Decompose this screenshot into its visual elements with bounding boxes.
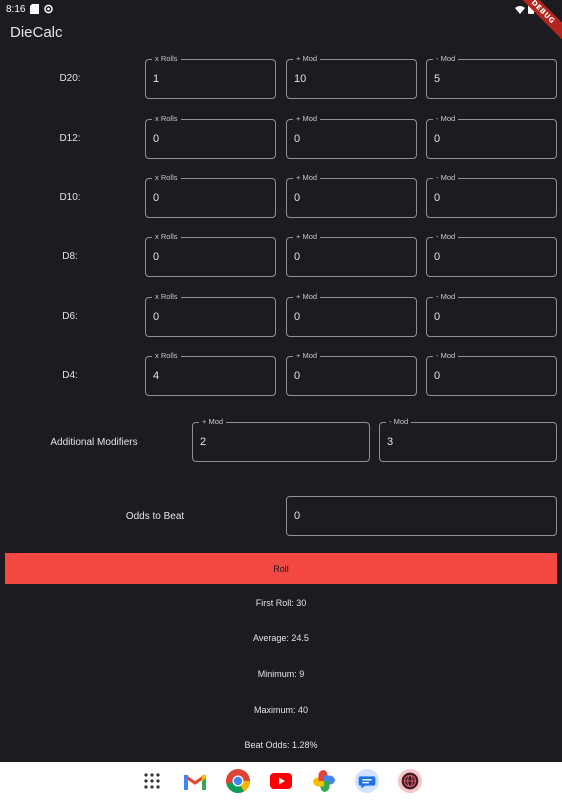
wifi-icon xyxy=(515,5,525,14)
field-label: - Mod xyxy=(433,114,459,124)
plus-mod-field[interactable]: + Mod 0 xyxy=(286,232,417,277)
additional-modifiers-label: Additional Modifiers xyxy=(50,437,138,448)
chrome-icon[interactable] xyxy=(225,768,251,794)
x-rolls-field[interactable]: x Rolls 1 xyxy=(145,54,276,99)
minus-mod-field[interactable]: - Mod 0 xyxy=(426,232,557,277)
messages-icon[interactable] xyxy=(354,768,380,794)
youtube-icon[interactable] xyxy=(268,768,294,794)
minus-mod-field[interactable]: - Mod 0 xyxy=(426,351,557,396)
field-value: 0 xyxy=(294,510,301,522)
status-bar: 8:16 DEBUG xyxy=(0,0,562,49)
additional-plus-mod-field[interactable]: + Mod 2 xyxy=(192,417,370,462)
field-label: + Mod xyxy=(293,351,321,361)
field-label: + Mod xyxy=(293,232,321,242)
browser-icon[interactable] xyxy=(397,768,423,794)
odds-label: Odds to Beat xyxy=(125,511,185,522)
app-drawer-icon[interactable] xyxy=(139,768,165,794)
field-label: + Mod xyxy=(199,417,227,427)
maximum-result: Maximum: 40 xyxy=(253,705,308,715)
field-label: x Rolls xyxy=(152,173,181,183)
field-label: + Mod xyxy=(293,173,321,183)
die-label: D4: xyxy=(62,370,78,381)
field-value: 0 xyxy=(434,370,441,382)
field-label: - Mod xyxy=(386,417,412,427)
x-rolls-field[interactable]: x Rolls 0 xyxy=(145,173,276,218)
field-value: 0 xyxy=(153,251,160,263)
x-rolls-field[interactable]: x Rolls 0 xyxy=(145,114,276,159)
die-row-d4: D4: x Rolls 4 + Mod 0 - Mod 0 xyxy=(0,351,562,398)
field-value: 0 xyxy=(434,311,441,323)
field-label: - Mod xyxy=(433,232,459,242)
die-row-d8: D8: x Rolls 0 + Mod 0 - Mod 0 xyxy=(0,232,562,279)
app-title: DieCalc xyxy=(10,24,63,41)
die-label: D6: xyxy=(62,311,78,322)
field-label: - Mod xyxy=(433,173,459,183)
first-roll-result: First Roll: 30 xyxy=(255,598,307,608)
field-value: 1 xyxy=(153,73,160,85)
field-label: + Mod xyxy=(293,292,321,302)
field-value: 0 xyxy=(153,192,160,204)
plus-mod-field[interactable]: + Mod 0 xyxy=(286,114,417,159)
field-value: 0 xyxy=(294,370,301,382)
plus-mod-field[interactable]: + Mod 0 xyxy=(286,351,417,396)
die-row-d10: D10: x Rolls 0 + Mod 0 - Mod 0 xyxy=(0,173,562,220)
die-row-d20: D20: x Rolls 1 + Mod 10 - Mod 5 xyxy=(0,54,562,101)
gmail-icon[interactable] xyxy=(182,768,208,794)
beat-odds-result: Beat Odds: 1.28% xyxy=(244,740,318,750)
field-value: 0 xyxy=(294,192,301,204)
die-label: D8: xyxy=(62,251,78,262)
minus-mod-field[interactable]: - Mod 5 xyxy=(426,54,557,99)
field-value: 0 xyxy=(153,133,160,145)
die-label: D12: xyxy=(59,133,81,144)
photos-icon[interactable] xyxy=(311,768,337,794)
minus-mod-field[interactable]: - Mod 0 xyxy=(426,173,557,218)
odds-row: Odds to Beat 0 xyxy=(0,496,562,538)
field-value: 0 xyxy=(434,251,441,263)
field-label: x Rolls xyxy=(152,292,181,302)
minus-mod-field[interactable]: - Mod 0 xyxy=(426,114,557,159)
field-value: 5 xyxy=(434,73,441,85)
die-row-d12: D12: x Rolls 0 + Mod 0 - Mod 0 xyxy=(0,114,562,161)
field-label: + Mod xyxy=(293,54,321,64)
x-rolls-field[interactable]: x Rolls 0 xyxy=(145,232,276,277)
field-value: 0 xyxy=(434,192,441,204)
field-label: x Rolls xyxy=(152,351,181,361)
minimum-result: Minimum: 9 xyxy=(257,669,305,679)
plus-mod-field[interactable]: + Mod 0 xyxy=(286,292,417,337)
x-rolls-field[interactable]: x Rolls 0 xyxy=(145,292,276,337)
field-label: x Rolls xyxy=(152,54,181,64)
field-value: 0 xyxy=(294,251,301,263)
field-value: 3 xyxy=(387,436,394,448)
field-value: 2 xyxy=(200,436,207,448)
x-rolls-field[interactable]: x Rolls 4 xyxy=(145,351,276,396)
field-value: 10 xyxy=(294,73,307,85)
field-label: + Mod xyxy=(293,114,321,124)
minus-mod-field[interactable]: - Mod 0 xyxy=(426,292,557,337)
additional-modifiers-row: Additional Modifiers + Mod 2 - Mod 3 xyxy=(0,417,562,464)
die-label: D20: xyxy=(59,73,81,84)
notification-icon xyxy=(44,4,53,14)
roll-button[interactable]: Roll xyxy=(5,553,557,584)
dock-bar xyxy=(0,762,562,800)
sd-card-icon xyxy=(30,4,39,14)
field-label: - Mod xyxy=(433,351,459,361)
plus-mod-field[interactable]: + Mod 0 xyxy=(286,173,417,218)
odds-to-beat-field[interactable]: 0 xyxy=(286,496,557,536)
die-label: D10: xyxy=(59,192,81,203)
field-label: - Mod xyxy=(433,292,459,302)
field-label: x Rolls xyxy=(152,232,181,242)
field-value: 0 xyxy=(294,311,301,323)
field-value: 4 xyxy=(153,370,160,382)
status-time: 8:16 xyxy=(6,4,26,15)
field-value: 0 xyxy=(153,311,160,323)
field-value: 0 xyxy=(434,133,441,145)
field-label: x Rolls xyxy=(152,114,181,124)
plus-mod-field[interactable]: + Mod 10 xyxy=(286,54,417,99)
additional-minus-mod-field[interactable]: - Mod 3 xyxy=(379,417,557,462)
average-result: Average: 24.5 xyxy=(253,633,309,643)
field-value: 0 xyxy=(294,133,301,145)
field-label: - Mod xyxy=(433,54,459,64)
die-row-d6: D6: x Rolls 0 + Mod 0 - Mod 0 xyxy=(0,292,562,339)
